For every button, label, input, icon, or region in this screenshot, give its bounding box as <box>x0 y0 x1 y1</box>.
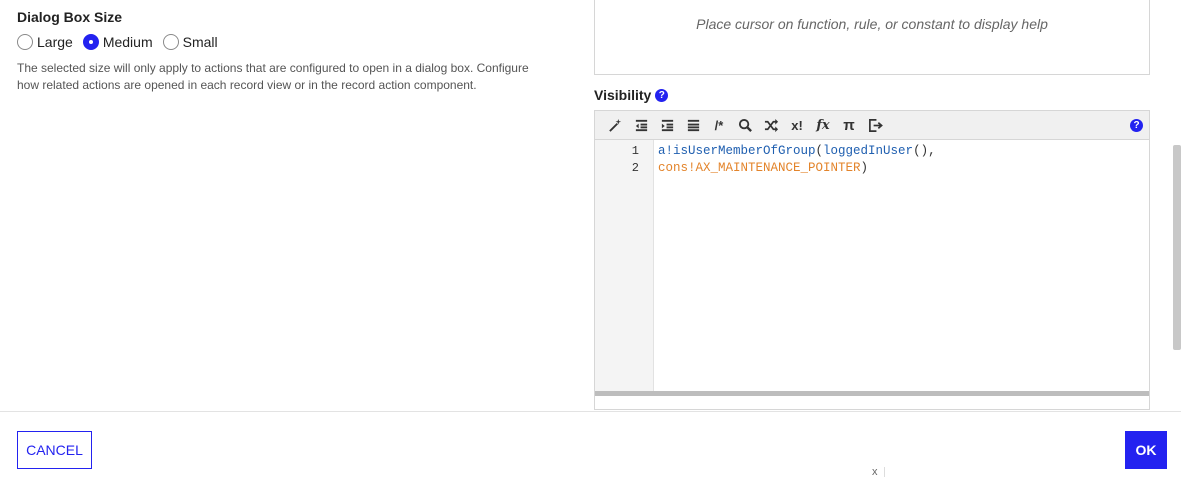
radio-large[interactable]: Large <box>17 34 73 50</box>
tiny-divider <box>884 467 885 477</box>
tiny-x-label: x <box>872 466 878 478</box>
export-icon[interactable] <box>865 115 885 135</box>
radio-circle[interactable] <box>17 34 33 50</box>
indent-icon[interactable] <box>657 115 677 135</box>
list-icon[interactable] <box>683 115 703 135</box>
radio-circle[interactable] <box>82 34 99 50</box>
code-line-2[interactable]: cons!AX_MAINTENANCE_POINTER) <box>658 160 936 177</box>
radio-small[interactable]: Small <box>162 34 218 50</box>
radio-label-large: Large <box>37 34 73 50</box>
question-circle-icon[interactable]: ? <box>655 88 669 102</box>
punct-token: ) <box>860 161 869 175</box>
pi-icon[interactable]: π <box>839 115 859 135</box>
function-token: loggedInUser <box>823 144 914 158</box>
visibility-label: Visibility <box>594 87 652 103</box>
dialog-size-radio-group: Large Medium Small <box>17 32 557 52</box>
editor-help-icon[interactable]: ? <box>1130 119 1143 132</box>
code-line-1[interactable]: a!isUserMemberOfGroup(loggedInUser(), <box>658 143 936 160</box>
shuffle-icon[interactable] <box>761 115 781 135</box>
code-text[interactable]: a!isUserMemberOfGroup(loggedInUser(), co… <box>654 140 936 391</box>
radio-label-medium: Medium <box>102 34 153 50</box>
radio-label-small: Small <box>182 34 218 50</box>
punct-token: ( <box>815 144 824 158</box>
search-icon[interactable] <box>735 115 755 135</box>
dialog-size-title: Dialog Box Size <box>17 9 123 25</box>
cancel-button[interactable]: CANCEL <box>17 431 92 469</box>
ok-button[interactable]: OK <box>1125 431 1167 469</box>
function-icon[interactable]: fx <box>813 115 833 135</box>
outdent-icon[interactable] <box>631 115 651 135</box>
help-placeholder-message: Place cursor on function, rule, or const… <box>696 16 1048 32</box>
expression-help-panel: Place cursor on function, rule, or const… <box>594 0 1150 75</box>
punct-token: (), <box>913 144 936 158</box>
dialog-size-section: Dialog Box Size Large Medium Small The s… <box>17 8 557 94</box>
line-number-gutter: 1 2 <box>595 140 654 391</box>
function-token: a!isUserMemberOfGroup <box>658 144 816 158</box>
editor-toolbar: /* x! fx π ? <box>595 111 1149 140</box>
radio-circle[interactable] <box>162 34 179 50</box>
x-exclamation-icon[interactable]: x! <box>787 115 807 135</box>
expression-editor[interactable]: /* x! fx π ? 1 2 a!isUserMemberOfGroup(l… <box>594 110 1150 410</box>
code-area[interactable]: 1 2 a!isUserMemberOfGroup(loggedInUser()… <box>595 140 1149 391</box>
line-number: 2 <box>631 161 639 175</box>
constant-token: cons!AX_MAINTENANCE_POINTER <box>658 161 861 175</box>
magic-wand-icon[interactable] <box>605 115 625 135</box>
dialog-size-help-text: The selected size will only apply to act… <box>17 61 529 92</box>
footer-divider <box>0 411 1181 412</box>
line-number: 1 <box>631 144 639 158</box>
comment-icon[interactable]: /* <box>709 115 729 135</box>
vertical-scrollbar[interactable] <box>1173 145 1181 350</box>
horizontal-scrollbar[interactable] <box>595 391 1149 396</box>
visibility-label-row: Visibility ? <box>594 87 669 103</box>
radio-medium[interactable]: Medium <box>82 34 153 50</box>
